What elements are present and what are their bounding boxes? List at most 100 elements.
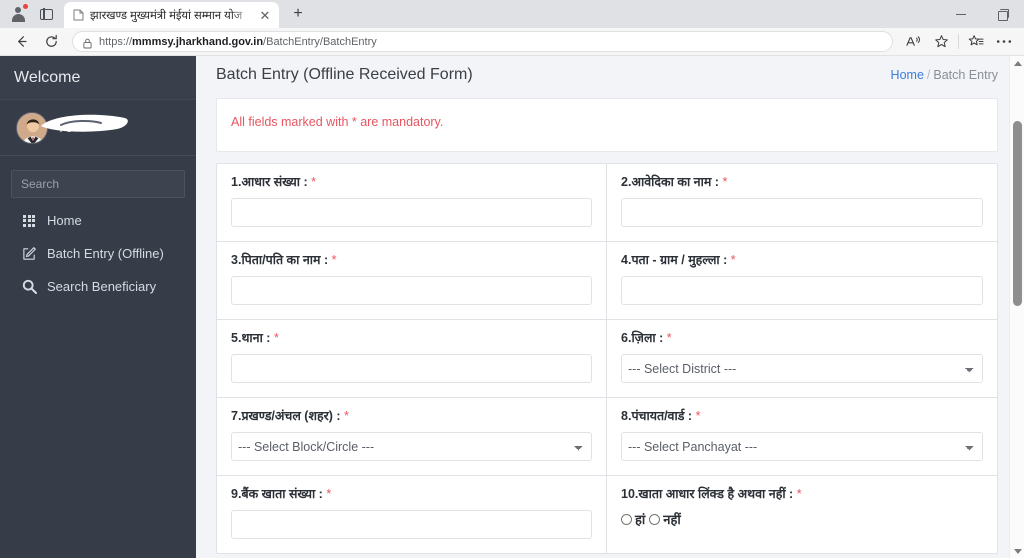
tab-search-icon[interactable] (32, 0, 60, 28)
edit-square-icon (21, 246, 37, 262)
required-marker: * (273, 331, 279, 345)
police-station-input[interactable] (231, 354, 592, 383)
form-field-address-village: 4.पता - ग्राम / मुहल्ला : * (607, 242, 997, 319)
required-marker: * (796, 487, 802, 501)
address-bar[interactable]: https://mmmsy.jharkhand.gov.in/BatchEntr… (72, 31, 893, 52)
form-row: 1.आधार संख्या : * 2.आवेदिका का नाम : * (217, 164, 997, 242)
form-field-police-station: 5.थाना : * (217, 320, 607, 397)
form-field-aadhaar-linked: 10.खाता आधार लिंक्ड है अथवा नहीं : * हां… (607, 476, 997, 553)
field-label: 10.खाता आधार लिंक्ड है अथवा नहीं : * (621, 485, 983, 502)
block-circle-select[interactable]: --- Select Block/Circle --- (231, 432, 592, 461)
aadhaar-linked-no-radio[interactable] (649, 513, 661, 525)
address-village-input[interactable] (621, 276, 983, 305)
url-scheme: https:// (99, 35, 133, 48)
sidebar-item-home[interactable]: Home (0, 204, 196, 237)
form-field-applicant-name: 2.आवेदिका का नाम : * (607, 164, 997, 241)
profile-avatar-icon[interactable] (4, 0, 32, 28)
field-label: 7.प्रखण्ड/अंचल (शहर) : * (231, 407, 592, 424)
scroll-up-arrow-icon[interactable] (1010, 56, 1024, 70)
main-content: Batch Entry (Offline Received Form) Home… (196, 56, 1024, 558)
form-row: 5.थाना : * 6.ज़िला : * --- Select Distri… (217, 320, 997, 398)
collections-icon[interactable] (962, 29, 990, 55)
sidebar-welcome-title: Welcome (0, 56, 196, 100)
applicant-name-input[interactable] (621, 198, 983, 227)
reload-icon[interactable] (36, 29, 66, 55)
radio-option-yes[interactable]: हां (621, 510, 645, 528)
tab-strip: झारखण्ड मुख्यमंत्री मंईयां सम्मान योज ✕ … (0, 0, 1024, 28)
sidebar-item-search-beneficiary[interactable]: Search Beneficiary (0, 270, 196, 303)
lock-icon (83, 36, 92, 49)
field-label-text: आवेदिका का नाम : (631, 175, 719, 189)
field-label-text: ज़िला : (631, 331, 664, 345)
aadhaar-linked-radio-group: हां नहीं (621, 510, 983, 528)
radio-option-no[interactable]: नहीं (649, 510, 681, 528)
field-number: 7. (231, 409, 242, 423)
field-label-text: पंचायत/वार्ड : (631, 409, 693, 423)
field-label-text: बैंक खाता संख्या : (241, 487, 323, 501)
field-label-text: खाता आधार लिंक्ड है अथवा नहीं : (638, 487, 794, 501)
tab-title: झारखण्ड मुख्यमंत्री मंईयां सम्मान योज (90, 9, 243, 22)
star-icon[interactable] (927, 29, 955, 55)
browser-window: झारखण्ड मुख्यमंत्री मंईयां सम्मान योज ✕ … (0, 0, 1024, 558)
field-number: 6. (621, 331, 632, 345)
search-input[interactable] (12, 171, 184, 197)
profile-notification-dot (23, 4, 28, 9)
required-marker: * (326, 487, 332, 501)
breadcrumb-current: Batch Entry (933, 68, 998, 82)
sidebar-item-label: Home (47, 213, 82, 228)
back-arrow-icon[interactable] (6, 29, 36, 55)
required-marker: * (730, 253, 736, 267)
bank-account-number-input[interactable] (231, 510, 592, 539)
field-label-text: पता - ग्राम / मुहल्ला : (631, 253, 728, 267)
avatar (16, 111, 48, 144)
mandatory-notice: All fields marked with * are mandatory. (231, 115, 444, 129)
field-label: 5.थाना : * (231, 329, 592, 346)
sidebar-item-label: Search Beneficiary (47, 279, 157, 294)
form-row: 3.पिता/पति का नाम : * 4.पता - ग्राम / मु… (217, 242, 997, 320)
notice-card: All fields marked with * are mandatory. (216, 98, 998, 152)
district-select[interactable]: --- Select District --- (621, 354, 983, 383)
field-number: 2. (621, 175, 632, 189)
form-field-aadhaar-number: 1.आधार संख्या : * (217, 164, 607, 241)
new-tab-button[interactable]: + (285, 1, 311, 27)
scrollbar-thumb[interactable] (1013, 121, 1022, 306)
field-number: 3. (231, 253, 242, 267)
form-field-panchayat-ward: 8.पंचायत/वार्ड : * --- Select Panchayat … (607, 398, 997, 475)
father-husband-name-input[interactable] (231, 276, 592, 305)
page-title: Batch Entry (Offline Received Form) (216, 66, 473, 83)
required-marker: * (344, 409, 349, 423)
aadhaar-number-input[interactable] (231, 198, 592, 227)
field-number: 5. (231, 331, 242, 345)
form-field-district: 6.ज़िला : * --- Select District --- (607, 320, 997, 397)
close-icon[interactable]: ✕ (257, 7, 273, 23)
form-field-bank-account-number: 9.बैंक खाता संख्या : * (217, 476, 607, 553)
form-row: 7.प्रखण्ड/अंचल (शहर) : * --- Select Bloc… (217, 398, 997, 476)
browser-tab[interactable]: झारखण्ड मुख्यमंत्री मंईयां सम्मान योज ✕ (64, 2, 279, 28)
field-number: 4. (621, 253, 632, 267)
maximize-icon[interactable] (982, 0, 1024, 28)
panchayat-ward-select[interactable]: --- Select Panchayat --- (621, 432, 983, 461)
ellipsis-icon[interactable] (990, 29, 1018, 55)
field-label-text: पिता/पति का नाम : (241, 253, 329, 267)
form-field-block-circle: 7.प्रखण्ड/अंचल (शहर) : * --- Select Bloc… (217, 398, 607, 475)
aadhaar-linked-yes-radio[interactable] (621, 513, 632, 525)
field-label: 3.पिता/पति का नाम : * (231, 251, 592, 268)
field-label: 2.आवेदिका का नाम : * (621, 173, 983, 190)
minimize-icon[interactable] (940, 0, 982, 28)
scroll-down-arrow-icon[interactable] (1010, 544, 1024, 558)
field-number: 8. (621, 409, 632, 423)
field-label-text: थाना : (241, 331, 271, 345)
breadcrumb-separator: / (926, 68, 931, 82)
page-scrollbar[interactable] (1009, 56, 1024, 558)
field-label: 1.आधार संख्या : * (231, 173, 592, 190)
field-label: 4.पता - ग्राम / मुहल्ला : * (621, 251, 983, 268)
breadcrumb-home-link[interactable]: Home (891, 68, 924, 82)
sidebar-item-batch-entry[interactable]: Batch Entry (Offline) (0, 237, 196, 270)
read-aloud-icon[interactable] (899, 29, 927, 55)
sidebar-user-row[interactable]: 76 (0, 100, 196, 156)
field-label: 9.बैंक खाता संख्या : * (231, 485, 592, 502)
batch-entry-form: 1.आधार संख्या : * 2.आवेदिका का नाम : * 3… (216, 163, 998, 554)
sidebar-search[interactable] (11, 170, 185, 198)
toolbar-actions (899, 29, 1018, 55)
field-label: 8.पंचायत/वार्ड : * (621, 407, 983, 424)
